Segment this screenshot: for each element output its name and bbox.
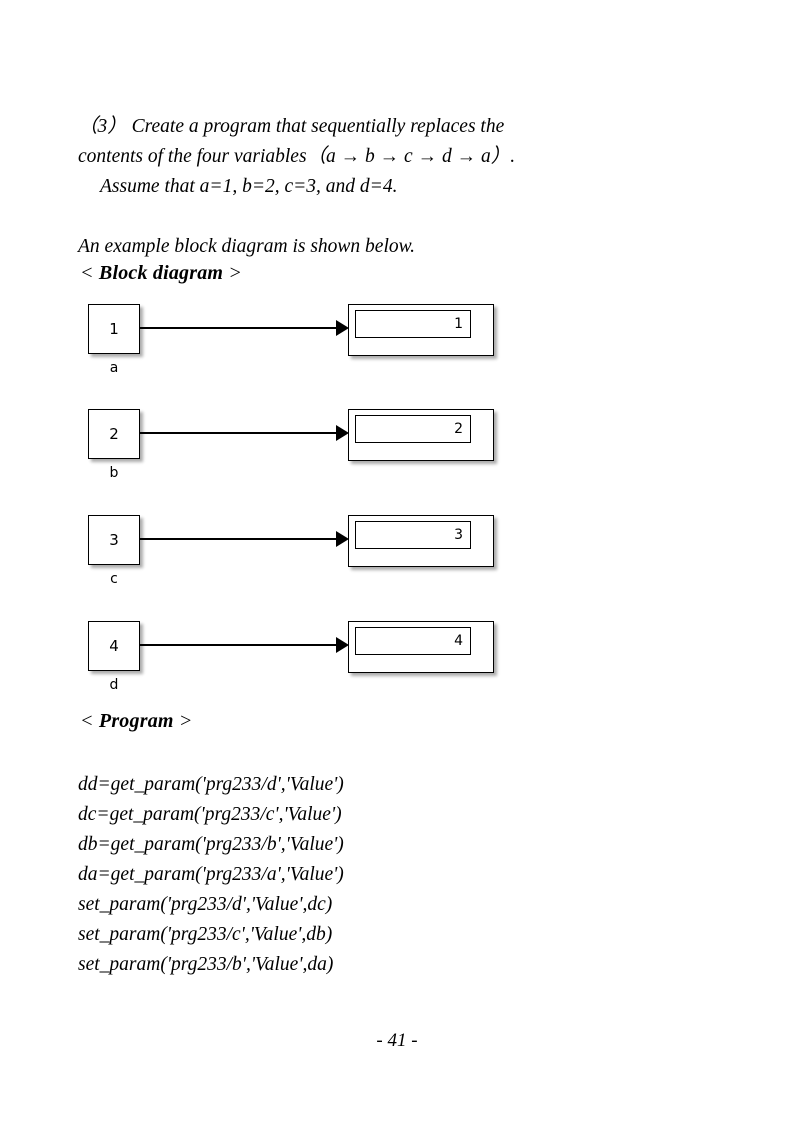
question-assume: Assume that a=1, b=2, c=3, and d=4. (100, 176, 398, 197)
heading-program-label: Program (98, 710, 174, 732)
question-line-2: contents of the four variables（a → b → c… (78, 146, 516, 167)
code-line: dd=get_param('prg233/d','Value') (78, 774, 344, 795)
code-line: db=get_param('prg233/b','Value') (78, 834, 344, 855)
display-block: 2 (348, 409, 494, 461)
heading-program: < Program > (80, 710, 193, 733)
constant-block-label: d (109, 677, 119, 693)
angle-open-icon: < (80, 710, 94, 732)
display-block-value: 3 (454, 527, 463, 543)
question-number: （3） (78, 116, 127, 137)
question-line-1: Create a program that sequentially repla… (131, 116, 505, 137)
display-block-readout: 4 (355, 627, 471, 655)
constant-block: 1 (88, 304, 140, 354)
arrow-head-icon (336, 637, 349, 653)
arrow-head-icon (336, 531, 349, 547)
diagram-row: 3 c 3 (0, 515, 794, 620)
code-line: set_param('prg233/d','Value',dc) (78, 894, 333, 915)
angle-close-icon: > (228, 262, 243, 284)
display-block: 1 (348, 304, 494, 356)
constant-block-value: 3 (109, 530, 119, 549)
constant-block: 4 (88, 621, 140, 671)
page-number: - 41 - (376, 1030, 418, 1051)
display-block: 3 (348, 515, 494, 567)
example-note: An example block diagram is shown below. (78, 236, 416, 257)
angle-open-icon: < (80, 262, 94, 284)
question-paragraph-line2: contents of the four variables（a → b → c… (78, 142, 714, 172)
diagram-row: 2 b 2 (0, 409, 794, 514)
arrow-head-icon (336, 425, 349, 441)
signal-line (140, 538, 338, 540)
constant-block-label: c (110, 571, 118, 587)
display-block-value: 1 (454, 316, 463, 332)
display-block-value: 4 (454, 633, 463, 649)
arrow-head-icon (336, 320, 349, 336)
constant-block-value: 1 (109, 319, 119, 338)
display-block-readout: 3 (355, 521, 471, 549)
constant-block: 3 (88, 515, 140, 565)
code-line: dc=get_param('prg233/c','Value') (78, 804, 342, 825)
signal-line (140, 644, 338, 646)
question-block: （3） Create a program that sequentially r… (78, 112, 714, 202)
heading-block-diagram: < Block diagram > (80, 262, 242, 285)
question-paragraph: （3） Create a program that sequentially r… (78, 112, 714, 142)
constant-block: 2 (88, 409, 140, 459)
diagram-row: 1 a 1 (0, 304, 794, 409)
program-code-block: dd=get_param('prg233/d','Value') dc=get_… (78, 770, 678, 980)
code-line: set_param('prg233/c','Value',db) (78, 924, 333, 945)
display-block-readout: 2 (355, 415, 471, 443)
display-block-value: 2 (454, 421, 463, 437)
heading-block-diagram-label: Block diagram (98, 262, 224, 284)
angle-close-icon: > (178, 710, 193, 732)
constant-block-value: 4 (109, 636, 119, 655)
constant-block-label: b (109, 465, 119, 481)
signal-line (140, 327, 338, 329)
constant-block-label: a (109, 360, 119, 376)
document-page: （3） Create a program that sequentially r… (0, 0, 794, 1123)
display-block-readout: 1 (355, 310, 471, 338)
display-block: 4 (348, 621, 494, 673)
constant-block-value: 2 (109, 424, 119, 443)
code-line: da=get_param('prg233/a','Value') (78, 864, 344, 885)
signal-line (140, 432, 338, 434)
code-line: set_param('prg233/b','Value',da) (78, 954, 334, 975)
